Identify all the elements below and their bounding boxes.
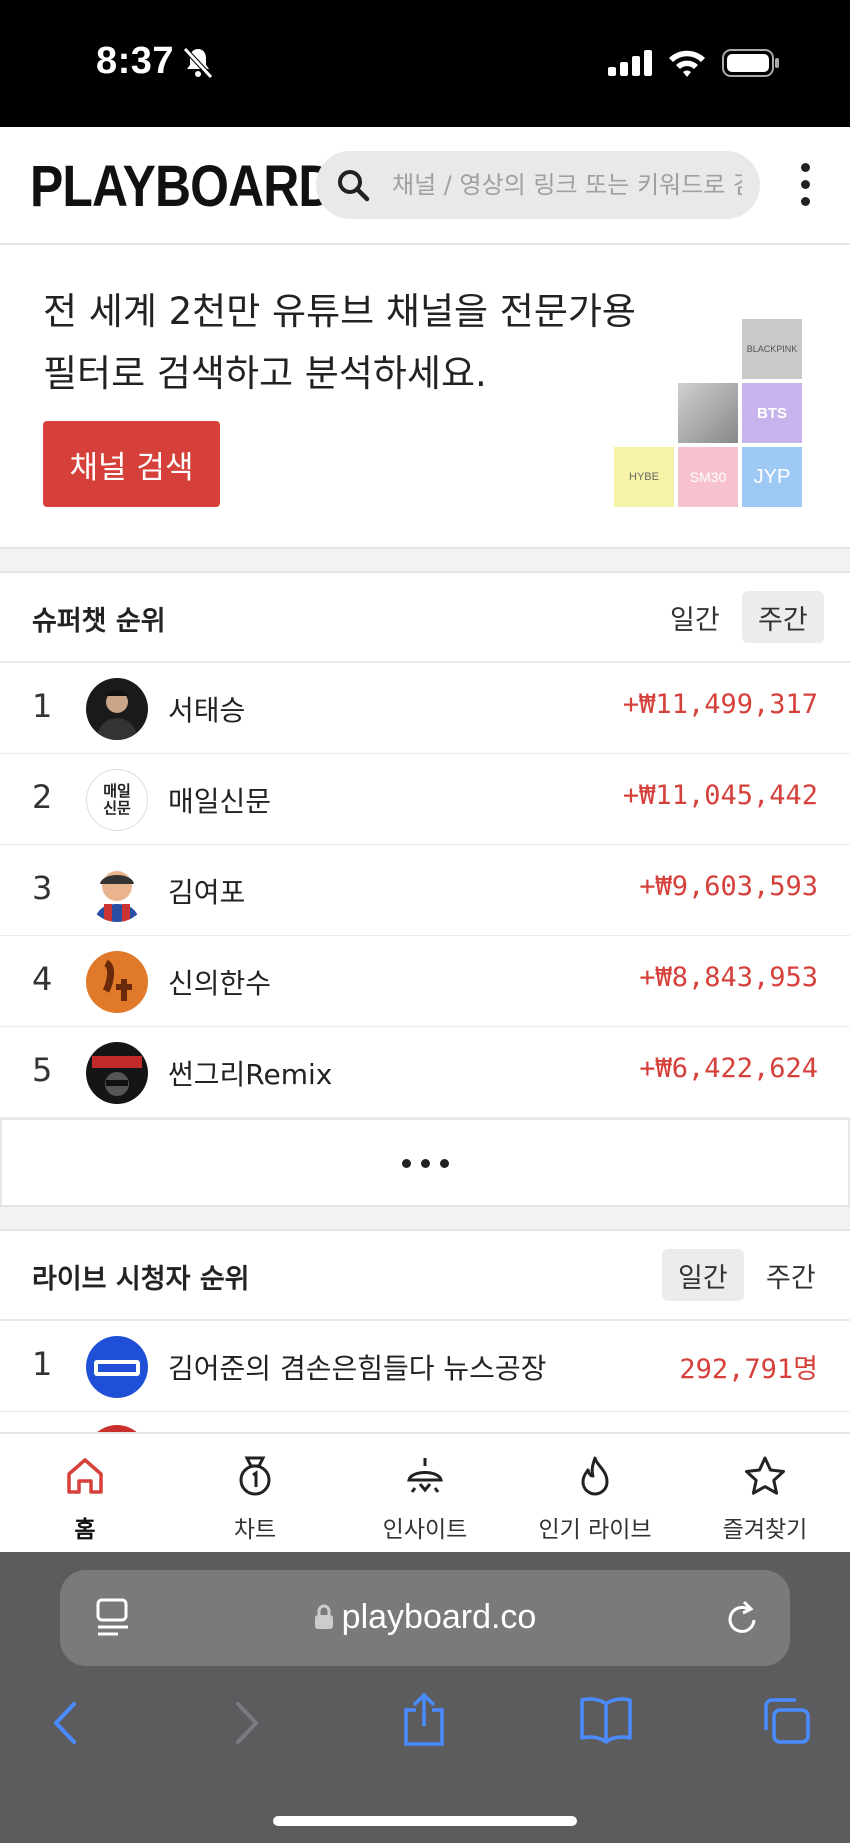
- forward-icon[interactable]: [230, 1700, 264, 1746]
- promo-line-1: 전 세계 2천만 유튜브 채널을 전문가용: [43, 290, 636, 333]
- channel-avatar: [86, 1336, 148, 1398]
- nav-home[interactable]: 홈: [0, 1434, 170, 1554]
- medal-icon: [239, 1456, 271, 1496]
- channel-name: 서태승: [168, 694, 246, 727]
- fire-icon: [581, 1456, 609, 1496]
- section-divider: [0, 547, 850, 573]
- app-header: PLAYBOARD: [0, 127, 850, 245]
- status-bar: 8:37: [0, 0, 850, 127]
- superchat-row[interactable]: 4 신의한수 +₩8,843,953: [0, 936, 850, 1027]
- rank-number: 4: [32, 960, 53, 998]
- superchat-row[interactable]: 2 매일 신문 매일신문 +₩11,045,442: [0, 754, 850, 845]
- rank-number: 1: [32, 1345, 53, 1383]
- superchat-daily-toggle[interactable]: 일간: [654, 591, 736, 643]
- superchat-row[interactable]: 1 서태승 +₩11,499,317: [0, 663, 850, 754]
- rank-number: 5: [32, 1051, 53, 1089]
- nav-label: 홈: [74, 1517, 96, 1543]
- channel-avatar: [86, 1042, 148, 1104]
- playboard-logo[interactable]: PLAYBOARD: [30, 153, 334, 220]
- ellipsis-icon: [401, 1158, 411, 1168]
- rank-number: 2: [32, 778, 53, 816]
- wifi-icon: [669, 50, 705, 77]
- superchat-weekly-toggle[interactable]: 주간: [742, 591, 824, 643]
- channel-name: 김여포: [168, 876, 246, 909]
- nav-popular-live[interactable]: 인기 라이브: [510, 1434, 680, 1554]
- rank-number: 1: [32, 687, 53, 725]
- home-icon: [67, 1458, 103, 1494]
- battery-icon: [722, 49, 779, 77]
- channel-name: 썬그리Remix: [168, 1058, 333, 1091]
- back-icon[interactable]: [48, 1700, 82, 1746]
- browser-toolbar: playboard.co: [0, 1552, 850, 1843]
- superchat-title: 슈퍼챗 순위: [32, 606, 166, 637]
- channel-avatar: [86, 951, 148, 1013]
- live-weekly-toggle[interactable]: 주간: [750, 1249, 832, 1301]
- home-indicator: [273, 1816, 577, 1826]
- superchat-ranking: 슈퍼챗 순위 일간 주간 1 서태승 +₩11,499,317 2 매일 신문 …: [0, 573, 850, 1208]
- superchat-amount: +₩11,045,442: [622, 780, 818, 811]
- search-bar[interactable]: [316, 151, 760, 219]
- channel-name: 매일신문: [168, 785, 272, 818]
- jyp-tile: JYP: [742, 447, 802, 507]
- superchat-row[interactable]: 3 김여포 +₩9,603,593: [0, 845, 850, 936]
- bts-tile: BTS: [742, 383, 802, 443]
- status-time: 8:37: [96, 40, 175, 82]
- superchat-amount: +₩6,422,624: [639, 1053, 818, 1084]
- blackpink-tile: BLACKPINK: [742, 319, 802, 379]
- share-icon[interactable]: [400, 1692, 448, 1748]
- channel-avatar: [86, 860, 148, 922]
- search-icon: [338, 170, 370, 202]
- live-row[interactable]: 1 김어준의 겸손은힘들다 뉴스공장 292,791명: [0, 1321, 850, 1412]
- promo-banner: 전 세계 2천만 유튜브 채널을 전문가용 필터로 검색하고 분석하세요. 채널…: [0, 245, 850, 547]
- nav-label: 인기 라이브: [538, 1517, 652, 1543]
- bottom-nav: 홈 차트 인사이트 인기 라이브 즐겨찾기: [0, 1432, 850, 1552]
- url: playboard.co: [341, 1598, 537, 1636]
- superchat-amount: +₩11,499,317: [622, 689, 818, 720]
- channel-search-button[interactable]: 채널 검색: [43, 421, 220, 507]
- search-input[interactable]: [392, 151, 742, 219]
- label-tiles: BLACKPINK BTS HYBE SM30 JYP: [612, 319, 804, 511]
- artist-photo-tile: [678, 383, 738, 443]
- superchat-amount: +₩9,603,593: [639, 871, 818, 902]
- show-more-button[interactable]: [0, 1118, 850, 1208]
- channel-name: 김어준의 겸손은힘들다 뉴스공장: [168, 1352, 547, 1385]
- live-daily-toggle[interactable]: 일간: [662, 1249, 744, 1301]
- signal-icon: [608, 50, 652, 76]
- nav-favorites[interactable]: 즐겨찾기: [680, 1434, 850, 1554]
- promo-line-2: 필터로 검색하고 분석하세요.: [43, 352, 487, 395]
- superchat-row[interactable]: 5 썬그리Remix +₩6,422,624: [0, 1027, 850, 1118]
- bookmarks-icon[interactable]: [578, 1696, 634, 1744]
- more-menu-icon[interactable]: [792, 163, 818, 211]
- lamp-icon: [407, 1458, 443, 1493]
- live-header: 라이브 시청자 순위 일간 주간: [0, 1231, 850, 1321]
- lock-icon: [314, 1604, 333, 1629]
- channel-name: 신의한수: [168, 967, 272, 1000]
- superchat-header: 슈퍼챗 순위 일간 주간: [0, 573, 850, 663]
- hybe-tile: HYBE: [614, 447, 674, 507]
- address-bar[interactable]: playboard.co: [60, 1570, 790, 1666]
- section-divider: [0, 1205, 850, 1231]
- reload-icon[interactable]: [724, 1598, 762, 1638]
- sm-tile: SM30: [678, 447, 738, 507]
- nav-label: 차트: [233, 1517, 277, 1543]
- live-title: 라이브 시청자 순위: [32, 1264, 250, 1295]
- nav-insight[interactable]: 인사이트: [340, 1434, 510, 1554]
- url-text: playboard.co: [60, 1598, 790, 1637]
- nav-label: 인사이트: [382, 1517, 468, 1543]
- bell-slash-icon: [183, 47, 213, 79]
- viewer-count: 292,791명: [679, 1354, 818, 1385]
- nav-chart[interactable]: 차트: [170, 1434, 340, 1554]
- superchat-amount: +₩8,843,953: [639, 962, 818, 993]
- channel-avatar: [86, 1425, 148, 1432]
- star-icon: [745, 1456, 785, 1495]
- promo-text: 전 세계 2천만 유튜브 채널을 전문가용 필터로 검색하고 분석하세요.: [43, 281, 683, 405]
- tabs-icon[interactable]: [760, 1696, 812, 1746]
- channel-avatar: [86, 678, 148, 740]
- channel-avatar: 매일 신문: [86, 769, 148, 831]
- rank-number: 3: [32, 869, 53, 907]
- live-viewer-ranking: 라이브 시청자 순위 일간 주간 1 김어준의 겸손은힘들다 뉴스공장 292,…: [0, 1231, 850, 1432]
- nav-label: 즐겨찾기: [722, 1517, 808, 1543]
